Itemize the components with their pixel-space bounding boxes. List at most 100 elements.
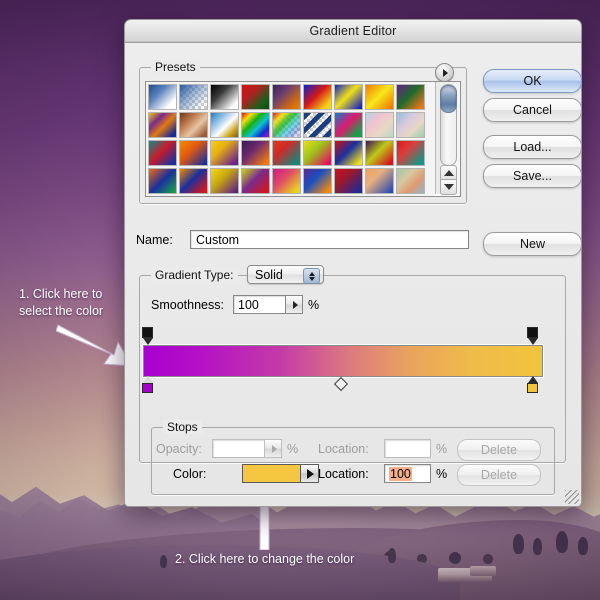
dialog-body: Presets OK Cancel Load... Save... New Na…	[125, 43, 581, 506]
color-location-input[interactable]: 100	[384, 464, 431, 483]
color-delete-button: Delete	[457, 464, 541, 486]
gradient-preview-bar[interactable]	[143, 345, 543, 377]
opacity-unit: %	[287, 442, 298, 456]
preset-swatch-fill	[149, 169, 176, 193]
preset-swatch-yellow-green-pink[interactable]	[303, 140, 332, 166]
preset-swatch-pastel-pink-green[interactable]	[365, 112, 394, 138]
preset-swatch-fill	[273, 85, 300, 109]
presets-menu-icon[interactable]	[435, 63, 454, 82]
preset-swatch-yellow-violet-orange-blue[interactable]	[148, 112, 177, 138]
dialog-titlebar[interactable]: Gradient Editor	[125, 20, 581, 43]
preset-swatch-fill	[273, 169, 300, 193]
stop-pointer-down-icon	[143, 338, 153, 345]
opacity-popup-icon	[265, 439, 282, 458]
preset-swatch-fill	[335, 169, 362, 193]
preset-swatch-fill	[304, 85, 331, 109]
preset-swatch-fill	[304, 169, 331, 193]
preset-swatch-red-teal-2[interactable]	[396, 140, 425, 166]
preset-swatch-fill	[366, 113, 393, 137]
preset-swatch-fill	[366, 169, 393, 193]
preset-swatch-orange-yellow-orange[interactable]	[365, 84, 394, 110]
preset-swatch-teal-red-blue[interactable]	[148, 140, 177, 166]
annotation-step-1: 1. Click here to select the color	[19, 286, 129, 320]
preset-swatch-fill	[211, 113, 238, 137]
preset-swatch-transparent-stripes[interactable]	[303, 112, 332, 138]
preset-swatch-fill	[304, 141, 331, 165]
preset-swatch-orange-blue[interactable]	[179, 140, 208, 166]
ok-button[interactable]: OK	[483, 69, 582, 93]
preset-swatch-violet-orange[interactable]	[272, 84, 301, 110]
preset-swatch-violet-orange-dark[interactable]	[241, 140, 270, 166]
preset-swatch-fill	[273, 113, 300, 137]
opacity-delete-button: Delete	[457, 439, 541, 461]
preset-swatch-red-teal[interactable]	[272, 140, 301, 166]
preset-swatch-magenta-yellow[interactable]	[272, 168, 301, 194]
presets-scrollbar[interactable]	[435, 82, 460, 194]
preset-swatch-foreground-to-background[interactable]	[148, 84, 177, 110]
preset-swatch-fill	[149, 85, 176, 109]
stop-pointer-up-icon	[528, 376, 538, 383]
smoothness-label: Smoothness:	[151, 298, 224, 312]
preset-swatch-transparent-rainbow[interactable]	[272, 112, 301, 138]
preset-swatch-orange-blue-green[interactable]	[148, 168, 177, 194]
preset-swatch-fill	[397, 169, 424, 193]
name-input[interactable]: Custom	[190, 230, 469, 249]
stops-group: Opacity: % Location: % Delete Color: Loc…	[151, 427, 555, 495]
preset-swatch-violet-blue-orange[interactable]	[303, 168, 332, 194]
color-stop-swatch	[527, 383, 538, 393]
preset-swatch-fill	[180, 113, 207, 137]
preset-swatch-fill	[211, 85, 238, 109]
preset-swatch-yellow-violet-2[interactable]	[210, 168, 239, 194]
preset-swatch-blue-red-yellow[interactable]	[303, 84, 332, 110]
preset-swatch-blue-yellow-blue[interactable]	[334, 84, 363, 110]
preset-swatch-peach-blue[interactable]	[365, 168, 394, 194]
preset-swatch-pastel-blue-green[interactable]	[396, 112, 425, 138]
preset-swatch-blue-pink-green[interactable]	[334, 112, 363, 138]
name-label: Name:	[136, 233, 173, 247]
opacity-stop-left[interactable]	[142, 327, 155, 344]
preset-swatch-pastel-green-rainbow[interactable]	[396, 168, 425, 194]
color-popup-icon[interactable]	[301, 464, 319, 483]
color-stop-left[interactable]	[142, 376, 155, 393]
preset-swatch-fill	[149, 113, 176, 137]
gradient-editor-dialog: Gradient Editor Presets OK Cancel Load..…	[124, 19, 582, 507]
presets-swatch-grid[interactable]	[146, 82, 435, 196]
load-button[interactable]: Load...	[483, 135, 582, 159]
preset-swatch-fill	[397, 85, 424, 109]
presets-group-label: Presets	[151, 60, 200, 74]
preset-swatch-fill	[273, 141, 300, 165]
scroll-down-icon[interactable]	[440, 179, 457, 195]
opacity-stop-right[interactable]	[527, 327, 540, 344]
preset-swatch-violet-yellow-red[interactable]	[365, 140, 394, 166]
color-location-unit: %	[436, 467, 447, 481]
preset-swatch-red-blue-dark[interactable]	[334, 168, 363, 194]
preset-swatch-orange-blue-red[interactable]	[179, 168, 208, 194]
preset-swatch-copper[interactable]	[179, 112, 208, 138]
cancel-button[interactable]: Cancel	[483, 98, 582, 122]
preset-swatch-violet-green-orange[interactable]	[396, 84, 425, 110]
preset-swatch-red-green[interactable]	[241, 84, 270, 110]
stop-pointer-up-icon	[143, 376, 153, 383]
preset-swatch-fill	[366, 141, 393, 165]
save-button[interactable]: Save...	[483, 164, 582, 188]
preset-swatch-foreground-to-transparent[interactable]	[179, 84, 208, 110]
preset-swatch-spectrum[interactable]	[241, 112, 270, 138]
resize-grip-icon[interactable]	[565, 490, 579, 504]
opacity-stop-square-icon	[527, 327, 538, 338]
preset-swatch-lime-violet-red[interactable]	[241, 168, 270, 194]
scrollbar-thumb[interactable]	[440, 85, 457, 113]
color-stop-swatch	[142, 383, 153, 393]
preset-swatch-black-to-white[interactable]	[210, 84, 239, 110]
smoothness-popup-icon[interactable]	[286, 295, 303, 314]
color-stop-right[interactable]	[527, 376, 540, 393]
preset-swatch-yellow-violet[interactable]	[210, 140, 239, 166]
gradient-type-select[interactable]: Solid	[247, 265, 324, 284]
new-button[interactable]: New	[483, 232, 582, 256]
preset-swatch-red-blue-yellow[interactable]	[334, 140, 363, 166]
color-swatch-button[interactable]	[242, 464, 301, 483]
preset-swatch-chrome[interactable]	[210, 112, 239, 138]
stepper-updown-icon[interactable]	[303, 268, 320, 284]
smoothness-input[interactable]: 100	[233, 295, 286, 314]
gradient-type-value: Solid	[255, 268, 283, 282]
preset-swatch-fill	[180, 141, 207, 165]
